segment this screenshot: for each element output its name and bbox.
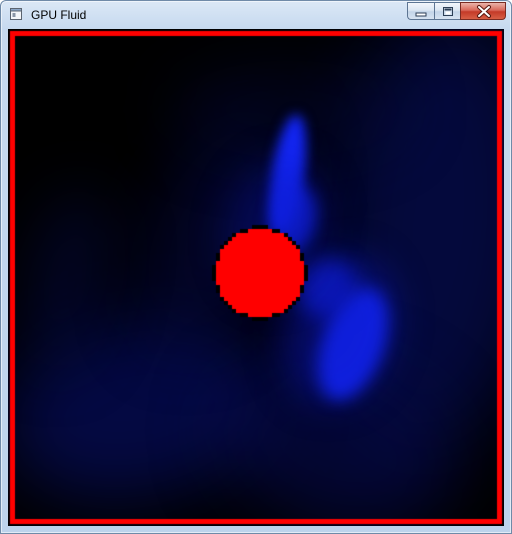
maximize-icon [443,7,453,16]
maximize-button[interactable] [434,2,460,20]
app-window: GPU Fluid [0,0,512,534]
close-icon [477,5,491,18]
close-button[interactable] [460,2,506,20]
window-controls [407,2,506,21]
window-title: GPU Fluid [31,8,87,22]
fluid-simulation-canvas[interactable] [8,29,504,526]
minimize-icon [415,12,427,17]
window-app-icon[interactable] [10,8,22,20]
fluid-viewport[interactable] [8,29,504,526]
minimize-button[interactable] [407,2,434,20]
title-bar[interactable]: GPU Fluid [1,1,511,29]
